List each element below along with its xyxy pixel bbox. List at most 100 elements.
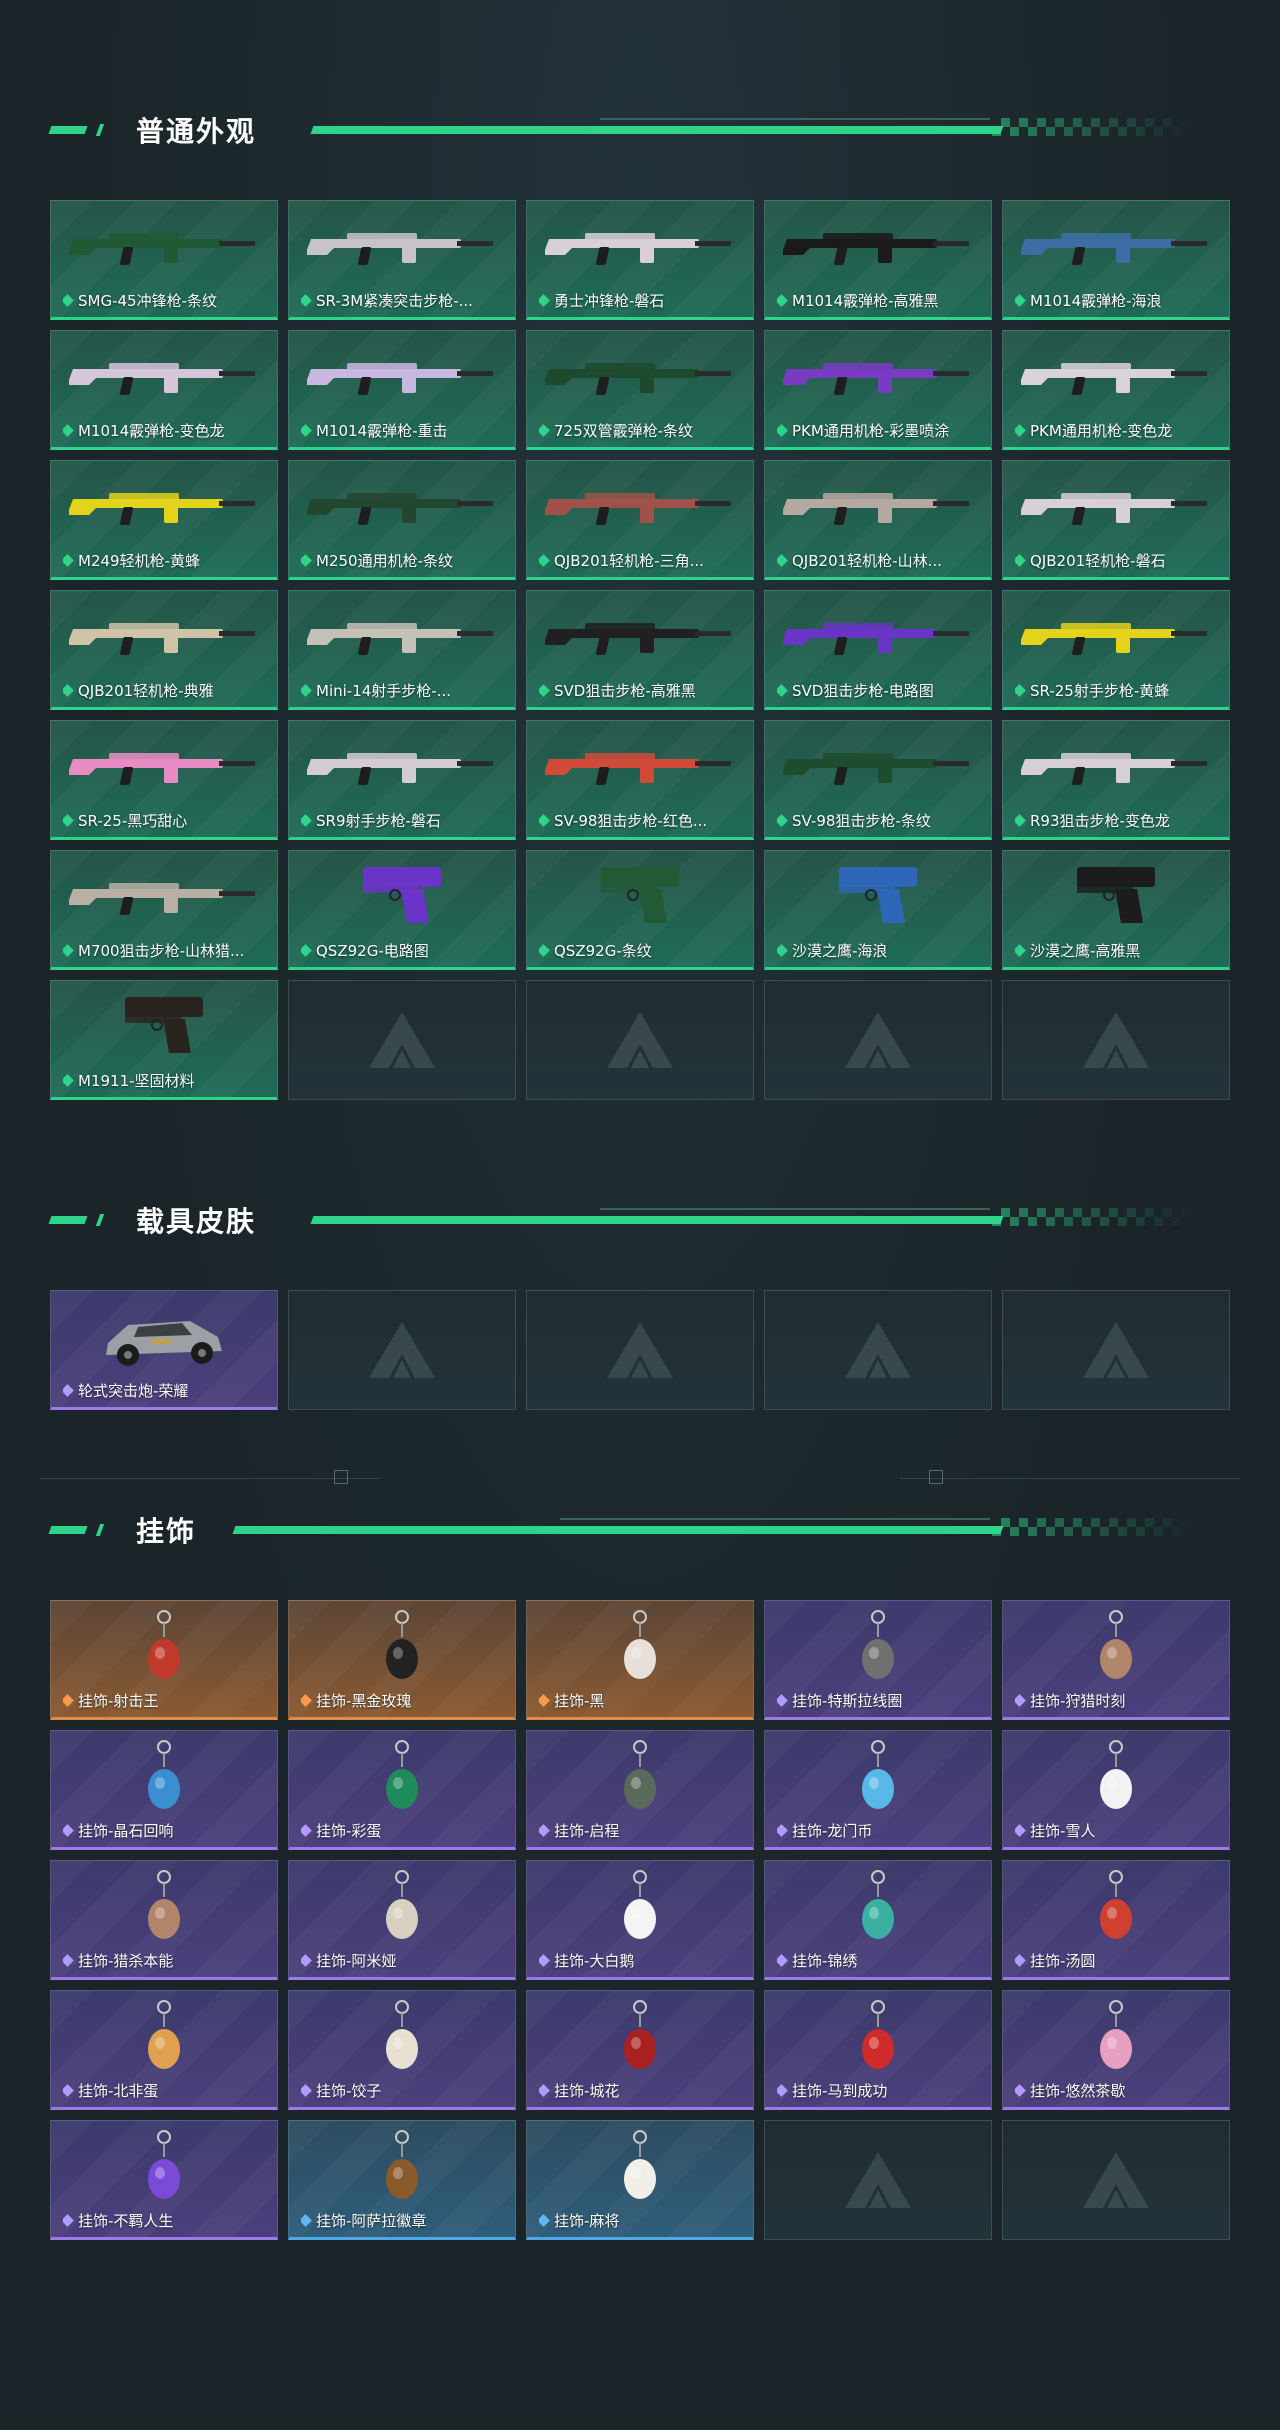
item-label-row: 挂饰-龙门币	[777, 1820, 985, 1841]
item-label-row: M250通用机枪-条纹	[301, 550, 509, 571]
item-label-row: 挂饰-启程	[539, 1820, 747, 1841]
item-name: M1911-坚固材料	[78, 1072, 195, 1090]
weapon-skin-card[interactable]: QSZ92G-电路图	[288, 850, 516, 970]
item-label-row: QJB201轻机枪-山林...	[777, 550, 985, 571]
charm-card[interactable]: 挂饰-大白鹅	[526, 1860, 754, 1980]
weapon-skin-card[interactable]: QJB201轻机枪-山林...	[764, 460, 992, 580]
divider-line-right	[900, 1478, 1240, 1479]
weapon-skin-card[interactable]: M700狙击步枪-山林猎...	[50, 850, 278, 970]
item-label-row: QJB201轻机枪-磐石	[1015, 550, 1223, 571]
charm-card[interactable]: 挂饰-汤圆	[1002, 1860, 1230, 1980]
weapon-skin-card[interactable]: SR-3M紧凑突击步枪-...	[288, 200, 516, 320]
rarity-diamond-icon	[63, 294, 74, 307]
weapon-skin-card[interactable]: PKM通用机枪-彩墨喷涂	[764, 330, 992, 450]
weapon-skin-card[interactable]: SR-25射手步枪-黄蜂	[1002, 590, 1230, 710]
item-name: M700狙击步枪-山林猎...	[78, 942, 245, 960]
weapon-skin-card[interactable]: PKM通用机枪-变色龙	[1002, 330, 1230, 450]
weapon-skin-card[interactable]: SR-25-黑巧甜心	[50, 720, 278, 840]
pistol-icon	[357, 861, 447, 927]
weapon-icon	[67, 481, 259, 529]
weapon-skin-card[interactable]: M1014霰弹枪-海浪	[1002, 200, 1230, 320]
charm-card[interactable]: 挂饰-锦绣	[764, 1860, 992, 1980]
charm-card[interactable]: 挂饰-启程	[526, 1730, 754, 1850]
weapon-skin-card[interactable]: R93狙击步枪-变色龙	[1002, 720, 1230, 840]
weapon-skin-card[interactable]: SMG-45冲锋枪-条纹	[50, 200, 278, 320]
item-name: R93狙击步枪-变色龙	[1030, 812, 1170, 830]
charm-card[interactable]: 挂饰-北非蛋	[50, 1990, 278, 2110]
charm-card[interactable]: 挂饰-阿萨拉徽章	[288, 2120, 516, 2240]
weapon-skin-card[interactable]: 沙漠之鹰-海浪	[764, 850, 992, 970]
vehicle-skins-section: 载具皮肤 轮式突击炮-荣耀	[0, 1190, 1280, 1410]
weapon-icon	[67, 221, 259, 269]
item-label-row: 挂饰-锦绣	[777, 1950, 985, 1971]
charm-icon	[372, 2127, 432, 2207]
weapon-skin-card[interactable]: 勇士冲锋枪-磐石	[526, 200, 754, 320]
charm-card[interactable]: 挂饰-雪人	[1002, 1730, 1230, 1850]
charm-card[interactable]: 挂饰-黑金玫瑰	[288, 1600, 516, 1720]
charm-card[interactable]: 挂饰-狩猎时刻	[1002, 1600, 1230, 1720]
weapon-skin-card[interactable]: 725双管霰弹枪-条纹	[526, 330, 754, 450]
empty-slot	[1002, 2120, 1230, 2240]
rarity-diamond-icon	[63, 2214, 74, 2227]
weapon-skin-card[interactable]: SVD狙击步枪-电路图	[764, 590, 992, 710]
vehicle-skin-grid: 轮式突击炮-荣耀	[50, 1290, 1230, 1410]
item-name: 勇士冲锋枪-磐石	[554, 292, 665, 310]
item-label-row: 挂饰-大白鹅	[539, 1950, 747, 1971]
vehicle-skin-card[interactable]: 轮式突击炮-荣耀	[50, 1290, 278, 1410]
weapon-skin-card[interactable]: Mini-14射手步枪-...	[288, 590, 516, 710]
weapon-skin-card[interactable]: M250通用机枪-条纹	[288, 460, 516, 580]
item-name: 挂饰-雪人	[1030, 1822, 1096, 1840]
rarity-diamond-icon	[777, 814, 788, 827]
charm-card[interactable]: 挂饰-悠然茶歇	[1002, 1990, 1230, 2110]
charm-card[interactable]: 挂饰-饺子	[288, 1990, 516, 2110]
item-name: 挂饰-马到成功	[792, 2082, 888, 2100]
weapon-skin-card[interactable]: QSZ92G-条纹	[526, 850, 754, 970]
game-logo-icon	[843, 2150, 913, 2210]
weapon-skin-card[interactable]: M1014霰弹枪-重击	[288, 330, 516, 450]
weapon-skin-card[interactable]: 沙漠之鹰-高雅黑	[1002, 850, 1230, 970]
charm-card[interactable]: 挂饰-猎杀本能	[50, 1860, 278, 1980]
charm-icon	[610, 2127, 670, 2207]
weapon-skin-card[interactable]: SV-98狙击步枪-条纹	[764, 720, 992, 840]
charm-icon	[134, 1607, 194, 1687]
item-name: 挂饰-射击王	[78, 1692, 159, 1710]
item-label-row: SR-25射手步枪-黄蜂	[1015, 680, 1223, 701]
charm-card[interactable]: 挂饰-射击王	[50, 1600, 278, 1720]
charm-card[interactable]: 挂饰-麻将	[526, 2120, 754, 2240]
section-header: 挂饰	[0, 1500, 1280, 1560]
charm-card[interactable]: 挂饰-龙门币	[764, 1730, 992, 1850]
charm-card[interactable]: 挂饰-彩蛋	[288, 1730, 516, 1850]
item-name: 挂饰-特斯拉线圈	[792, 1692, 903, 1710]
weapon-icon	[305, 481, 497, 529]
weapon-skin-card[interactable]: M1014霰弹枪-变色龙	[50, 330, 278, 450]
weapon-skin-card[interactable]: SVD狙击步枪-高雅黑	[526, 590, 754, 710]
weapon-icon	[781, 221, 973, 269]
weapon-skin-card[interactable]: M1014霰弹枪-高雅黑	[764, 200, 992, 320]
charm-icon	[134, 1997, 194, 2077]
weapon-skin-card[interactable]: SR9射手步枪-磐石	[288, 720, 516, 840]
weapon-skin-card[interactable]: QJB201轻机枪-三角...	[526, 460, 754, 580]
weapon-skin-card[interactable]: QJB201轻机枪-典雅	[50, 590, 278, 710]
charm-card[interactable]: 挂饰-黑	[526, 1600, 754, 1720]
pistol-icon	[1071, 861, 1161, 927]
item-name: SR-25射手步枪-黄蜂	[1030, 682, 1170, 700]
item-label-row: 挂饰-特斯拉线圈	[777, 1690, 985, 1711]
item-name: SV-98狙击步枪-条纹	[792, 812, 931, 830]
charm-card[interactable]: 挂饰-马到成功	[764, 1990, 992, 2110]
weapon-skin-card[interactable]: M1911-坚固材料	[50, 980, 278, 1100]
weapon-skin-card[interactable]: QJB201轻机枪-磐石	[1002, 460, 1230, 580]
charm-card[interactable]: 挂饰-阿米娅	[288, 1860, 516, 1980]
weapon-skin-card[interactable]: SV-98狙击步枪-红色...	[526, 720, 754, 840]
weapon-skin-card[interactable]: M249轻机枪-黄蜂	[50, 460, 278, 580]
item-name: QJB201轻机枪-磐石	[1030, 552, 1166, 570]
charm-card[interactable]: 挂饰-城花	[526, 1990, 754, 2110]
rarity-diamond-icon	[1015, 684, 1026, 697]
charm-icon	[610, 1997, 670, 2077]
rarity-diamond-icon	[539, 1824, 550, 1837]
weapon-skins-section: 普通外观 SMG-45冲锋枪-条纹 SR-3M紧凑突击步枪-... 勇士冲锋枪-…	[0, 100, 1280, 1100]
item-name: SR9射手步枪-磐石	[316, 812, 441, 830]
charm-card[interactable]: 挂饰-不羁人生	[50, 2120, 278, 2240]
charm-card[interactable]: 挂饰-特斯拉线圈	[764, 1600, 992, 1720]
charm-card[interactable]: 挂饰-晶石回响	[50, 1730, 278, 1850]
rarity-diamond-icon	[301, 424, 312, 437]
